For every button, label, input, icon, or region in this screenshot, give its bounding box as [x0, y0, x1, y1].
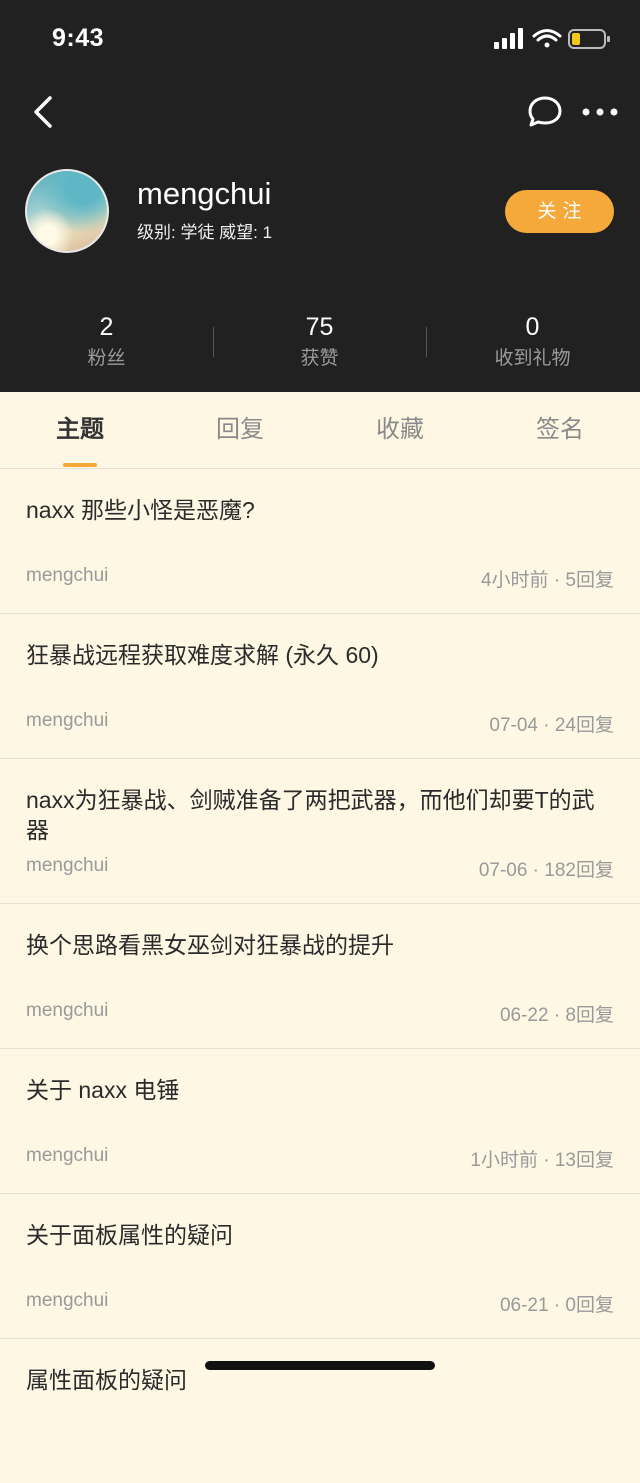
post-title: naxx 那些小怪是恶魔?: [26, 497, 255, 523]
post-title: 关于 naxx 电锤: [26, 1077, 180, 1103]
stat-gifts[interactable]: 0 收到礼物: [426, 310, 639, 374]
stat-label: 粉丝: [87, 348, 126, 369]
stat-label: 收到礼物: [494, 348, 571, 369]
post-meta: 06-22 · 8回复: [499, 1005, 614, 1026]
signal-icon: [494, 28, 523, 49]
post-title: naxx为狂暴战、剑贼准备了两把武器，而他们却要T的武器: [26, 787, 595, 843]
post-author: mengchui: [26, 565, 109, 586]
stat-value: 2: [99, 313, 114, 341]
post-title: 狂暴战远程获取难度求解 (永久 60): [26, 642, 379, 668]
stat-label: 获赞: [300, 348, 339, 369]
list-item[interactable]: 狂暴战远程获取难度求解 (永久 60) mengchui 07-04 · 24回…: [0, 614, 640, 759]
back-button[interactable]: [26, 90, 66, 134]
status-icons: [494, 26, 614, 54]
post-meta: 4小时前 · 5回复: [480, 570, 614, 591]
username: mengchui: [137, 176, 272, 211]
post-author: mengchui: [26, 710, 109, 731]
wifi-icon: [532, 29, 562, 48]
more-dots-icon: [582, 108, 618, 116]
user-level-reputation: 级别: 学徒 威望: 1: [137, 223, 273, 242]
follow-button[interactable]: 关注: [505, 190, 614, 233]
post-title: 关于面板属性的疑问: [26, 1222, 233, 1248]
post-meta: 07-04 · 24回复: [489, 715, 614, 736]
post-author: mengchui: [26, 1145, 109, 1166]
post-title: 换个思路看黑女巫剑对狂暴战的提升: [26, 932, 394, 958]
avatar[interactable]: [25, 169, 109, 253]
stats-bar: 2 粉丝 75 获赞 0 收到礼物: [0, 310, 640, 380]
more-button[interactable]: [580, 100, 620, 124]
stat-value: 75: [305, 313, 334, 341]
post-meta: 07-06 · 182回复: [478, 860, 614, 881]
chevron-left-icon: [34, 96, 52, 128]
tab-signature[interactable]: 签名: [480, 392, 640, 468]
status-bar: 9:43: [0, 0, 640, 80]
stat-value: 0: [525, 313, 540, 341]
post-author: mengchui: [26, 855, 109, 876]
battery-icon: [568, 29, 610, 49]
list-item[interactable]: 关于 naxx 电锤 mengchui 1小时前 · 13回复: [0, 1049, 640, 1194]
list-item[interactable]: 换个思路看黑女巫剑对狂暴战的提升 mengchui 06-22 · 8回复: [0, 904, 640, 1049]
post-meta: 1小时前 · 13回复: [470, 1150, 614, 1171]
tab-favorites[interactable]: 收藏: [320, 392, 480, 468]
list-item[interactable]: naxx为狂暴战、剑贼准备了两把武器，而他们却要T的武器 mengchui 07…: [0, 759, 640, 904]
tab-replies[interactable]: 回复: [160, 392, 320, 468]
chat-bubble-icon: [528, 96, 562, 127]
post-author: mengchui: [26, 1000, 109, 1021]
list-item[interactable]: 关于面板属性的疑问 mengchui 06-21 · 0回复: [0, 1194, 640, 1339]
post-list: naxx 那些小怪是恶魔? mengchui 4小时前 · 5回复 狂暴战远程获…: [0, 469, 640, 1483]
stat-followers[interactable]: 2 粉丝: [0, 310, 213, 374]
stat-likes[interactable]: 75 获赞: [213, 310, 426, 374]
list-item[interactable]: naxx 那些小怪是恶魔? mengchui 4小时前 · 5回复: [0, 469, 640, 614]
post-meta: 06-21 · 0回复: [499, 1295, 614, 1316]
profile-header: 9:43 mengchui 级别: 学徒 威望: 1 关注 2 粉丝 75 获赞…: [0, 0, 640, 392]
profile-tabs: 主题 回复 收藏 签名: [0, 392, 640, 469]
home-indicator: [205, 1361, 435, 1370]
active-tab-indicator: [63, 463, 97, 467]
tab-topics[interactable]: 主题: [0, 392, 160, 468]
message-button[interactable]: [526, 94, 564, 130]
status-time: 9:43: [52, 24, 105, 52]
post-author: mengchui: [26, 1290, 109, 1311]
